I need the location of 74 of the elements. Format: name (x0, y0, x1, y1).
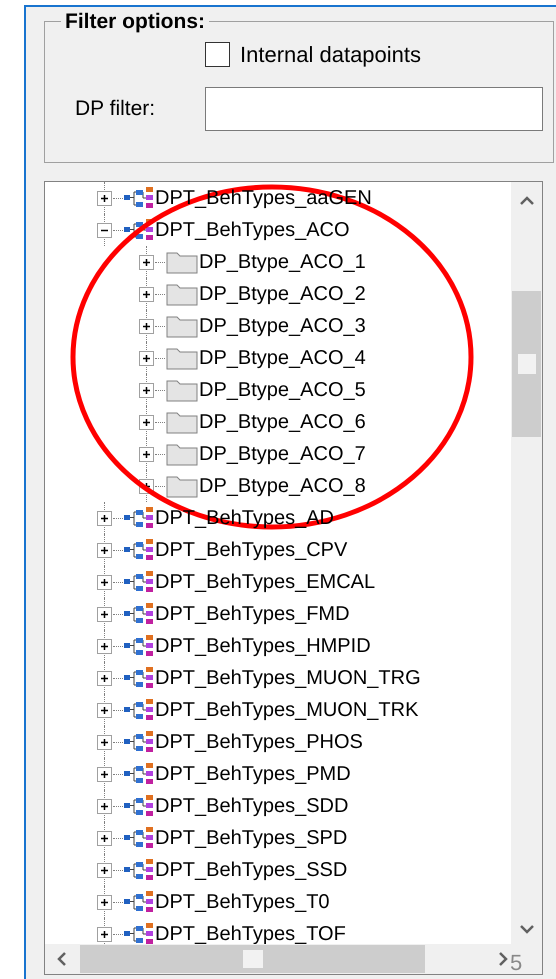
tree-item-label[interactable]: DP_Btype_ACO_7 (199, 444, 366, 464)
expand-icon[interactable] (139, 382, 154, 398)
collapse-icon[interactable] (97, 222, 112, 238)
expand-icon[interactable] (139, 446, 154, 462)
expand-icon[interactable] (97, 926, 112, 942)
tree-item-label[interactable]: DPT_BehTypes_CPV (155, 540, 348, 560)
tree-item-label[interactable]: DPT_BehTypes_HMPID (155, 636, 371, 656)
expand-icon[interactable] (97, 638, 112, 654)
expand-icon[interactable] (97, 862, 112, 878)
expand-icon[interactable] (97, 510, 112, 526)
tree-item-label[interactable]: DP_Btype_ACO_5 (199, 380, 366, 400)
expand-icon[interactable] (97, 766, 112, 782)
expand-icon[interactable] (97, 670, 112, 686)
chevron-right-icon[interactable] (498, 951, 508, 967)
node-tree-icon (124, 859, 154, 881)
tree-item-label[interactable]: DPT_BehTypes_EMCAL (155, 572, 376, 592)
expand-icon[interactable] (139, 414, 154, 430)
dp-filter-field[interactable] (205, 87, 543, 131)
node-tree-icon (124, 603, 154, 625)
tree-item-label[interactable]: DPT_BehTypes_FMD (155, 604, 350, 624)
node-tree-icon (124, 635, 154, 657)
tree-item-label[interactable]: DPT_BehTypes_SSD (155, 860, 348, 880)
node-tree-icon (124, 219, 154, 241)
chevron-down-icon[interactable] (518, 924, 534, 934)
node-tree-icon (124, 507, 154, 529)
scrollbar-thumb[interactable] (512, 291, 541, 437)
tree-item-label[interactable]: DPT_BehTypes_MUON_TRG (155, 668, 421, 688)
expand-icon[interactable] (97, 542, 112, 558)
expand-icon[interactable] (97, 190, 112, 206)
expand-icon[interactable] (139, 286, 154, 302)
node-tree-icon (124, 571, 154, 593)
expand-icon[interactable] (139, 350, 154, 366)
tree-item-label[interactable]: DP_Btype_ACO_4 (199, 348, 366, 368)
tree-item-label[interactable]: DPT_BehTypes_SDD (155, 796, 348, 816)
tree-item-label[interactable]: DP_Btype_ACO_3 (199, 316, 366, 336)
scrollbar-thumb[interactable] (80, 945, 425, 973)
node-tree-icon (124, 827, 154, 849)
tree-item-label[interactable]: DPT_BehTypes_PMD (155, 764, 351, 784)
expand-icon[interactable] (97, 894, 112, 910)
expand-icon[interactable] (97, 798, 112, 814)
node-tree-icon (124, 539, 154, 561)
tree-item-label[interactable]: DPT_BehTypes_PHOS (155, 732, 363, 752)
expand-icon[interactable] (97, 606, 112, 622)
node-tree-icon (124, 891, 154, 913)
expand-icon[interactable] (97, 702, 112, 718)
tree-item-label[interactable]: DP_Btype_ACO_1 (199, 252, 366, 272)
expand-icon[interactable] (97, 830, 112, 846)
tree-item-label[interactable]: DPT_BehTypes_MUON_TRK (155, 700, 418, 720)
node-tree-icon (124, 667, 154, 689)
tree-item-label[interactable]: DPT_BehTypes_T0 (155, 892, 330, 912)
node-tree-icon (124, 699, 154, 721)
group-title: Filter options: (64, 11, 206, 32)
node-tree-icon (124, 923, 154, 944)
tree-item-label[interactable]: DP_Btype_ACO_6 (199, 412, 366, 432)
expand-icon[interactable] (97, 734, 112, 750)
corner-label: 5 (510, 952, 524, 974)
node-tree-icon (124, 795, 154, 817)
tree-item-label[interactable]: DPT_BehTypes_ACO (155, 220, 350, 240)
tree-item-label[interactable]: DPT_BehTypes_TOF (155, 924, 346, 944)
field-label: DP filter: (74, 96, 156, 122)
expand-icon[interactable] (97, 574, 112, 590)
vertical-scrollbar[interactable] (511, 182, 542, 944)
checkbox-label: Internal datapoints (240, 41, 422, 69)
chevron-left-icon[interactable] (57, 951, 67, 967)
chevron-up-icon[interactable] (518, 196, 534, 206)
checkbox[interactable] (205, 42, 230, 67)
node-tree-icon (124, 763, 154, 785)
expand-icon[interactable] (139, 318, 154, 334)
expand-icon[interactable] (139, 254, 154, 270)
node-tree-icon (124, 731, 154, 753)
tree-item-label[interactable]: DP_Btype_ACO_8 (199, 476, 366, 496)
node-tree-icon (124, 187, 154, 209)
tree-item-label[interactable]: DPT_BehTypes_SPD (155, 828, 348, 848)
tree-item-label[interactable]: DP_Btype_ACO_2 (199, 284, 366, 304)
